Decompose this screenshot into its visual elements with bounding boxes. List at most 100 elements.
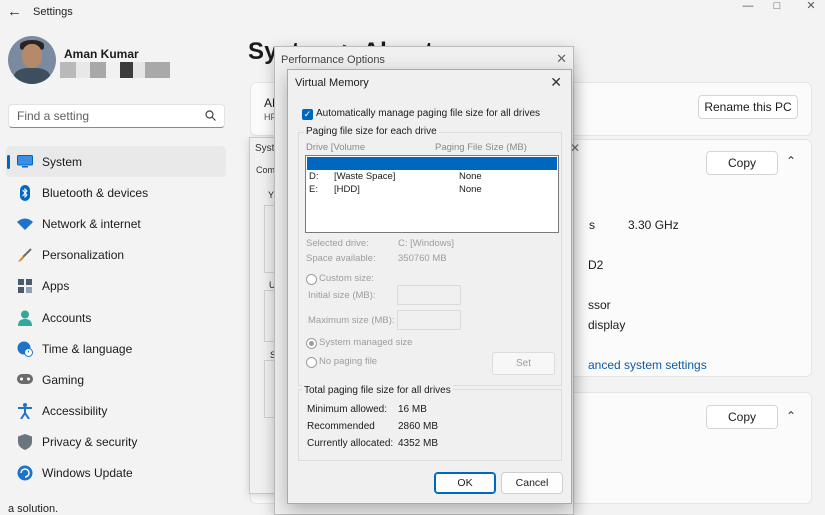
sidebar-item-personalization[interactable]: Personalization <box>6 240 226 271</box>
bottom-text: a solution. <box>8 503 59 515</box>
sidebar-item-apps[interactable]: Apps <box>6 271 226 302</box>
sidebar-item-bluetooth[interactable]: Bluetooth & devices <box>6 177 226 208</box>
apps-icon <box>17 278 33 294</box>
search-box[interactable] <box>8 104 225 128</box>
virtual-memory-dialog: Virtual Memory ✕ ✓ Automatically manage … <box>287 69 572 504</box>
back-arrow-icon[interactable]: ← <box>7 4 23 20</box>
auto-manage-checkbox[interactable]: ✓ <box>302 109 313 120</box>
no-paging-radio[interactable] <box>306 357 317 368</box>
space-available-value: 350760 MB <box>398 253 447 264</box>
chevron-up-icon[interactable]: ⌃ <box>786 409 796 423</box>
performance-options-title: Performance Options <box>281 54 385 66</box>
processor-speed: 3.30 GHz <box>628 218 679 232</box>
no-paging-label[interactable]: No paging file <box>319 356 377 367</box>
sidebar-nav: System Bluetooth & devices Network & int… <box>6 146 226 489</box>
paging-file-group-title: Paging file size for each drive <box>304 126 439 137</box>
spec-fragment-display: display <box>588 318 626 332</box>
sidebar-item-accounts[interactable]: Accounts <box>6 302 226 333</box>
sidebar-item-label: Bluetooth & devices <box>42 185 149 200</box>
title-bar: ← Settings — □ ✕ <box>0 0 825 26</box>
sidebar-item-network[interactable]: Network & internet <box>6 208 226 239</box>
drive-paging-size: System managed <box>459 158 533 169</box>
allocated-value: 4352 MB <box>398 438 439 449</box>
drive-letter: E: <box>309 184 318 195</box>
list-item[interactable]: D: [Waste Space] None <box>307 170 557 183</box>
person-icon <box>17 310 33 326</box>
monitor-icon <box>17 154 33 170</box>
close-icon[interactable]: ✕ <box>550 74 562 91</box>
update-icon <box>17 465 33 481</box>
column-header-size: Paging File Size (MB) <box>435 142 527 153</box>
sidebar-item-label: Privacy & security <box>42 435 138 450</box>
wifi-icon <box>17 216 33 232</box>
system-managed-label[interactable]: System managed size <box>319 337 412 348</box>
drive-paging-size: None <box>459 171 482 182</box>
allocated-label: Currently allocated: <box>307 438 394 449</box>
system-managed-radio[interactable] <box>306 338 317 349</box>
initial-size-input[interactable] <box>397 285 461 305</box>
total-paging-group-title: Total paging file size for all drives <box>302 385 453 396</box>
custom-size-radio[interactable] <box>306 274 317 285</box>
spec-fragment-d2: D2 <box>588 258 604 272</box>
user-name: Aman Kumar <box>64 47 139 61</box>
tab-computer-name[interactable]: Com <box>256 165 275 175</box>
bluetooth-icon <box>17 184 33 201</box>
space-available-label: Space available: <box>306 253 376 264</box>
column-header-drive: Drive [Volume <box>306 142 366 153</box>
sidebar-item-label: Accessibility <box>42 404 108 419</box>
advanced-system-settings-link[interactable]: anced system settings <box>588 358 707 372</box>
min-allowed-value: 16 MB <box>398 404 427 415</box>
sidebar-item-system[interactable]: System <box>6 146 226 178</box>
shield-icon <box>17 434 33 451</box>
sidebar-item-windows-update[interactable]: Windows Update <box>6 458 226 489</box>
min-allowed-label: Minimum allowed: <box>307 404 388 415</box>
app-title: Settings <box>33 6 73 18</box>
sidebar-item-label: Windows Update <box>42 466 133 481</box>
spec-fragment-ssor: ssor <box>588 298 611 312</box>
sidebar-item-label: System <box>42 154 83 169</box>
list-item[interactable]: E: [HDD] None <box>307 183 557 196</box>
sidebar-item-privacy-security[interactable]: Privacy & security <box>6 427 226 458</box>
search-icon <box>205 110 216 121</box>
close-icon[interactable]: ✕ <box>556 51 567 67</box>
close-icon[interactable]: ✕ <box>792 0 825 12</box>
email-redacted <box>60 62 170 78</box>
globe-clock-icon <box>17 341 33 357</box>
drive-volume: [HDD] <box>334 184 360 195</box>
sidebar-item-time-language[interactable]: Time & language <box>6 333 226 364</box>
auto-manage-label[interactable]: Automatically manage paging file size fo… <box>316 108 540 119</box>
rename-pc-button[interactable]: Rename this PC <box>698 95 798 119</box>
gamepad-icon <box>17 372 33 388</box>
drive-letter: C: <box>309 158 319 169</box>
sidebar-item-accessibility[interactable]: Accessibility <box>6 396 226 427</box>
ok-button[interactable]: OK <box>434 472 496 494</box>
maximum-size-label: Maximum size (MB): <box>308 315 395 326</box>
recommended-value: 2860 MB <box>398 421 439 432</box>
sidebar-item-label: Personalization <box>42 248 125 263</box>
virtual-memory-title: Virtual Memory <box>295 77 369 89</box>
brush-icon <box>17 247 33 263</box>
drive-volume: [Windows] <box>334 158 378 169</box>
selected-drive-value: C: [Windows] <box>398 238 454 249</box>
chevron-up-icon[interactable]: ⌃ <box>786 154 796 168</box>
list-item[interactable]: C: [Windows] System managed <box>307 157 557 170</box>
system-properties-title: Syst <box>255 143 275 154</box>
maximize-icon[interactable]: □ <box>758 0 796 12</box>
search-input[interactable] <box>17 108 197 124</box>
drive-paging-size: None <box>459 184 482 195</box>
recommended-label: Recommended <box>307 421 375 432</box>
sidebar-item-gaming[interactable]: Gaming <box>6 364 226 395</box>
drive-list[interactable]: C: [Windows] System managed D: [Waste Sp… <box>305 155 559 233</box>
accessibility-icon <box>17 403 33 420</box>
sidebar-item-label: Accounts <box>42 310 92 325</box>
copy-specs-button[interactable]: Copy <box>706 151 778 175</box>
avatar[interactable] <box>8 36 56 84</box>
custom-size-label[interactable]: Custom size: <box>319 273 374 284</box>
initial-size-label: Initial size (MB): <box>308 290 376 301</box>
drive-letter: D: <box>309 171 319 182</box>
maximum-size-input[interactable] <box>397 310 461 330</box>
copy-windows-specs-button[interactable]: Copy <box>706 405 778 429</box>
sidebar-item-label: Network & internet <box>42 216 141 231</box>
cancel-button[interactable]: Cancel <box>501 472 563 494</box>
set-button[interactable]: Set <box>492 352 555 375</box>
